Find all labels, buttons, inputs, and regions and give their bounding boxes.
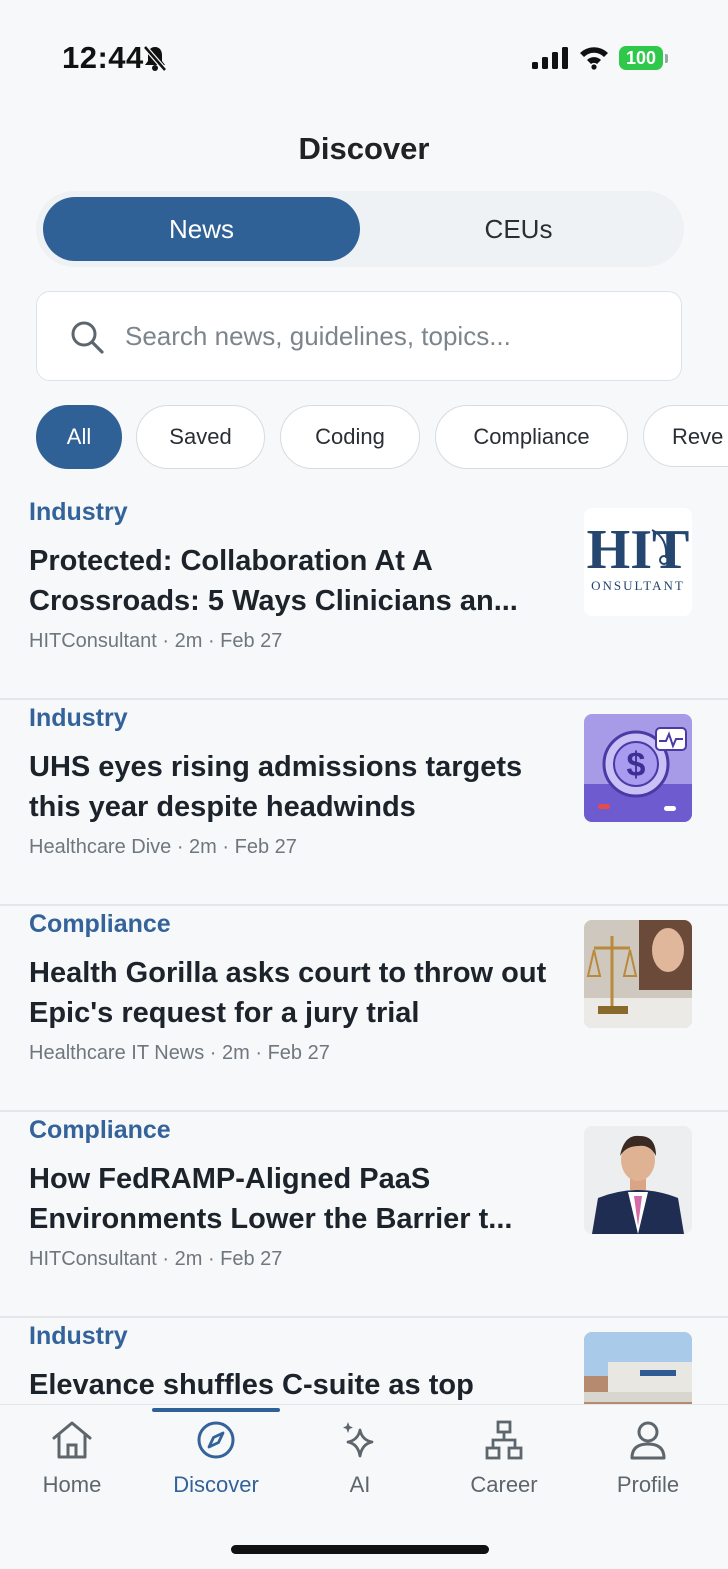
tab-home[interactable]: Home — [12, 1418, 132, 1508]
chip-coding[interactable]: Coding — [280, 405, 420, 469]
battery-cap — [665, 54, 668, 63]
battery-indicator: 100 — [619, 46, 663, 70]
svg-text:$: $ — [627, 746, 646, 784]
status-bar: 12:44 100 — [0, 0, 728, 120]
article-meta: HITConsultant · 2m · Feb 27 — [29, 630, 283, 652]
bell-muted-icon — [143, 45, 167, 72]
tab-label: AI — [349, 1472, 371, 1497]
article-category: Industry — [29, 1322, 128, 1350]
article-meta: Healthcare IT News · 2m · Feb 27 — [29, 1042, 330, 1064]
wifi-icon — [580, 47, 608, 70]
home-icon — [52, 1421, 92, 1459]
scales-of-justice-photo — [584, 920, 692, 1028]
compass-icon — [197, 1421, 235, 1459]
tab-label: Home — [42, 1472, 102, 1497]
person-icon — [630, 1421, 666, 1460]
article-title: Protected: Collaboration At A Crossroads… — [29, 545, 518, 617]
article-card[interactable]: Industry UHS eyes rising admissions targ… — [0, 700, 728, 906]
search-bar[interactable] — [36, 291, 682, 381]
article-category: Industry — [29, 704, 128, 732]
article-thumbnail: HIT ONSULTANT — [584, 508, 692, 616]
svg-text:HIT: HIT — [587, 519, 690, 581]
sparkles-icon — [343, 1422, 374, 1458]
tab-career[interactable]: Career — [444, 1418, 564, 1508]
headshot-photo — [584, 1126, 692, 1234]
news-feed: Industry Protected: Collaboration At A C… — [0, 494, 728, 1404]
home-indicator — [231, 1545, 489, 1554]
hitconsultant-logo: HIT ONSULTANT — [587, 519, 690, 593]
search-icon — [71, 321, 104, 354]
page-title: Discover — [298, 131, 430, 166]
article-meta: HITConsultant · 2m · Feb 27 — [29, 1248, 283, 1270]
cellular-signal-icon — [532, 47, 568, 69]
article-thumbnail — [584, 1332, 692, 1404]
article-thumbnail — [584, 920, 692, 1028]
segment-ceus[interactable]: CEUs — [360, 197, 677, 261]
tab-ai[interactable]: AI — [300, 1418, 420, 1508]
dollar-coin-illustration: $ — [584, 727, 692, 822]
building-photo — [584, 1332, 692, 1404]
article-category: Industry — [29, 498, 128, 526]
chip-revenue[interactable]: Reve — [643, 405, 728, 467]
article-title: Elevance shuffles C-suite as top — [29, 1369, 474, 1401]
article-card[interactable]: Industry Elevance shuffles C-suite as to… — [0, 1318, 728, 1404]
tab-label: Profile — [616, 1472, 680, 1497]
tab-label: Career — [470, 1472, 538, 1497]
tab-profile[interactable]: Profile — [588, 1418, 708, 1508]
segment-news[interactable]: News — [43, 197, 360, 261]
org-chart-icon — [485, 1420, 523, 1460]
article-meta: Healthcare Dive · 2m · Feb 27 — [29, 836, 297, 858]
article-category: Compliance — [29, 1116, 171, 1144]
article-card[interactable]: Compliance Health Gorilla asks court to … — [0, 906, 728, 1112]
chip-compliance[interactable]: Compliance — [435, 405, 628, 469]
filter-chips: All Saved Coding Compliance Reve — [0, 405, 728, 471]
article-title: Health Gorilla asks court to throw out E… — [29, 957, 547, 1029]
article-title: UHS eyes rising admissions targets this … — [29, 751, 523, 823]
chip-all[interactable]: All — [36, 405, 122, 469]
article-card[interactable]: Industry Protected: Collaboration At A C… — [0, 494, 728, 700]
article-category: Compliance — [29, 910, 171, 938]
tab-discover[interactable]: Discover — [156, 1418, 276, 1508]
article-thumbnail: $ — [584, 714, 692, 822]
article-thumbnail — [584, 1126, 692, 1234]
active-tab-indicator — [152, 1408, 280, 1412]
news-ceus-segmented-control: News CEUs — [36, 191, 684, 267]
svg-text:ONSULTANT: ONSULTANT — [591, 578, 685, 593]
search-input[interactable] — [123, 292, 667, 380]
article-card[interactable]: Compliance How FedRAMP-Aligned PaaS Envi… — [0, 1112, 728, 1318]
article-title: How FedRAMP-Aligned PaaS Environments Lo… — [29, 1163, 513, 1235]
status-time: 12:44 — [62, 40, 144, 75]
chip-saved[interactable]: Saved — [136, 405, 265, 469]
tab-label: Discover — [173, 1472, 259, 1497]
